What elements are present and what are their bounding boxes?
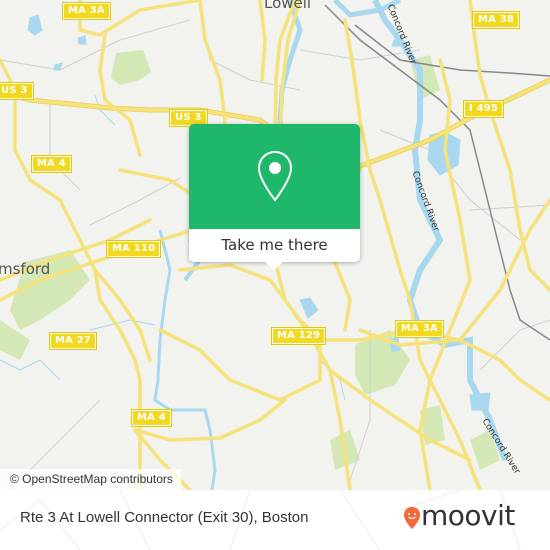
road: [118, 168, 202, 202]
stop-title: Rte 3 At Lowell Connector (Exit 30), Bos…: [20, 509, 309, 526]
popup-header: [189, 124, 360, 229]
stream: [158, 229, 172, 341]
footer: Rte 3 At Lowell Connector (Exit 30), Bos…: [0, 490, 550, 550]
shield-ma-27: MA 27: [48, 332, 98, 350]
concord-river: [372, 0, 508, 462]
shield-ma-129: MA 129: [270, 327, 327, 345]
road: [258, 0, 267, 82]
map-pin-icon: [257, 150, 293, 202]
place-label-lowell: Lowell: [264, 0, 312, 12]
minor-road: [469, 204, 550, 211]
place-label-chelmsford: msford: [0, 260, 51, 278]
shield-ma-4-south: MA 4: [131, 409, 172, 427]
shield-ma-38: MA 38: [471, 11, 521, 29]
park-area: [111, 50, 151, 85]
road: [468, 0, 550, 292]
stream: [89, 319, 156, 331]
pond: [299, 297, 319, 319]
shield-ma-3a-north: MA 3A: [62, 2, 111, 20]
map-attribution[interactable]: © OpenStreetMap contributors: [0, 469, 181, 490]
water-body: [27, 14, 43, 36]
ma-3a-south-road: [358, 198, 550, 347]
take-me-there-button[interactable]: Take me there: [189, 229, 360, 261]
minor-road: [49, 100, 81, 191]
minor-road: [479, 319, 550, 371]
shield-ma-4-north: MA 4: [31, 155, 72, 173]
shield-i-495: I 495: [462, 100, 505, 118]
shield-ma-110: MA 110: [105, 240, 162, 258]
shield-us-3-west: US 3: [0, 82, 34, 100]
location-popup: Take me there: [189, 124, 360, 270]
moovit-wordmark: moovit: [421, 499, 515, 532]
minor-road: [89, 177, 181, 226]
water-body: [77, 35, 87, 45]
moovit-face-icon: [404, 507, 420, 529]
railway: [354, 24, 550, 77]
stream: [0, 359, 61, 381]
ma-27-road: [93, 268, 152, 362]
popup-pointer: [265, 262, 283, 270]
road: [328, 248, 352, 332]
road: [343, 18, 482, 490]
water-body: [53, 62, 63, 71]
shield-ma-3a-south: MA 3A: [395, 320, 444, 338]
